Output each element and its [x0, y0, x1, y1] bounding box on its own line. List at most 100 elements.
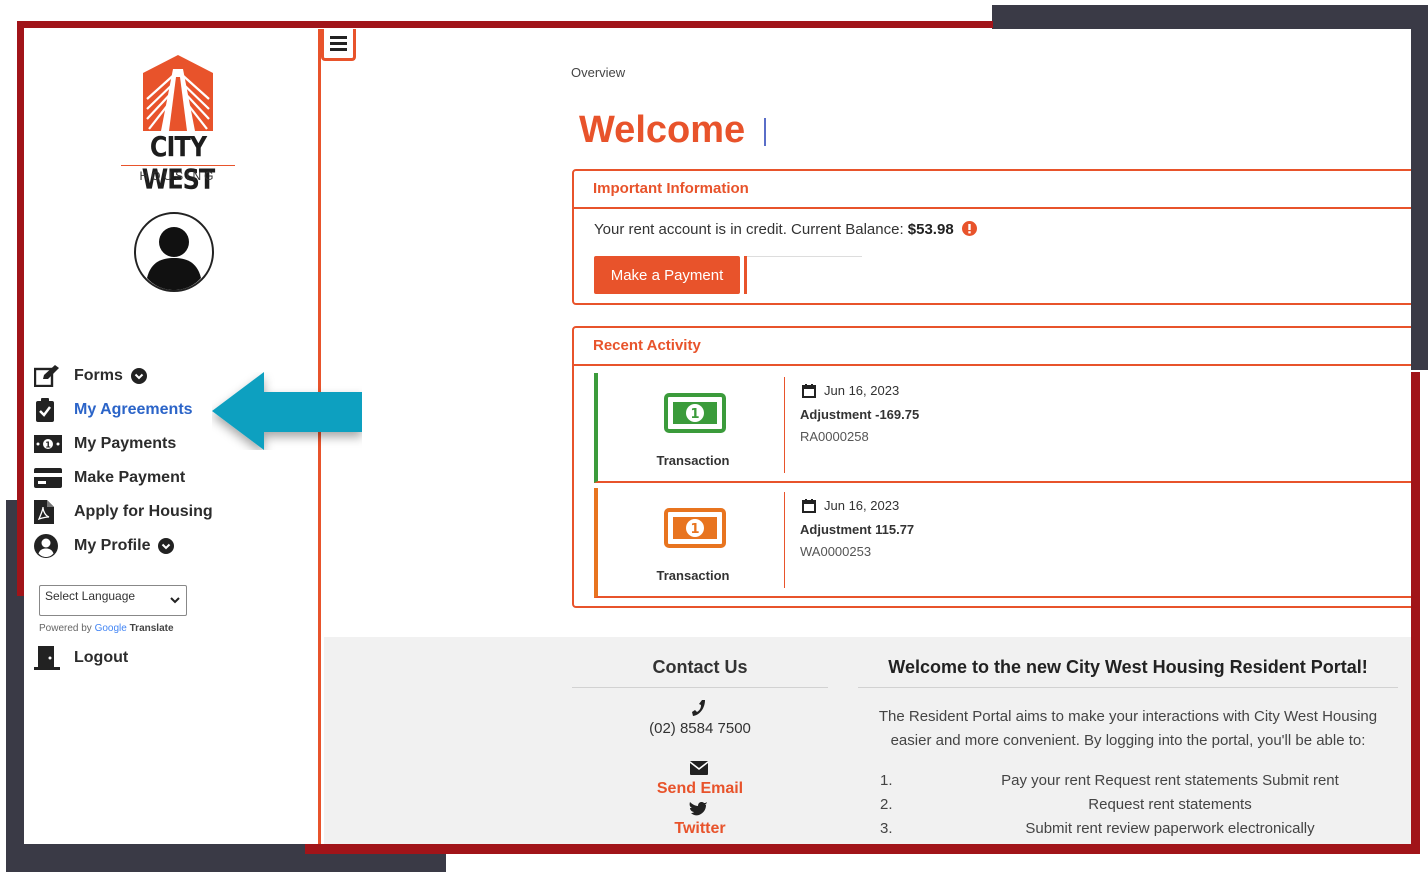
translate-label: Translate: [129, 623, 174, 634]
list-item-number: 2.: [880, 796, 893, 813]
money-bill-icon: 1: [664, 393, 726, 433]
sidebar-item-label: Make Payment: [74, 469, 186, 486]
twitter-icon: [689, 802, 708, 816]
money-bill-icon: 1: [664, 508, 726, 548]
recent-activity-heading: Recent Activity: [593, 337, 701, 354]
svg-text:1: 1: [45, 441, 51, 450]
important-information-heading: Important Information: [593, 180, 749, 197]
breadcrumb[interactable]: Overview: [571, 65, 625, 80]
chevron-down-icon: [170, 597, 180, 604]
phone-icon: [692, 700, 705, 716]
important-information-card: Important Information Your rent account …: [572, 169, 1411, 305]
menu-toggle-button[interactable]: [321, 29, 356, 61]
logout-button[interactable]: Logout: [34, 641, 128, 675]
list-item-text: Submit rent review paperwork electronica…: [1025, 820, 1315, 837]
sidebar-item-make-payment[interactable]: Make Payment: [34, 461, 314, 495]
list-item-number: 3.: [880, 820, 893, 837]
svg-text:1: 1: [690, 407, 699, 422]
credit-card-icon: [34, 466, 64, 490]
activity-type: Transaction: [656, 568, 730, 583]
info-alert-icon[interactable]: [961, 221, 977, 236]
portal-features-list: 1. Pay your rent Request rent statements…: [880, 769, 1400, 841]
powered-by-label: Powered by: [39, 623, 92, 634]
list-item: 3. Submit rent review paperwork electron…: [880, 817, 1400, 841]
list-item-text: Request rent statements: [1088, 796, 1252, 813]
balance-message: Your rent account is in credit. Current …: [594, 221, 977, 238]
brand-tagline: HOUSING: [139, 169, 217, 183]
contact-us-heading: Contact Us: [652, 657, 748, 677]
page-title: Welcome: [579, 109, 746, 151]
user-avatar-icon[interactable]: [133, 211, 215, 293]
brand-name: CITY WEST: [141, 130, 216, 196]
frame-red-right: [1411, 372, 1420, 854]
list-item-text: Pay your rent Request rent statements Su…: [1001, 772, 1339, 789]
door-exit-icon: [34, 646, 64, 670]
phone-number[interactable]: (02) 8584 7500: [572, 720, 828, 737]
text-cursor: [764, 118, 766, 146]
activity-date-text: Jun 16, 2023: [824, 498, 900, 513]
file-pdf-icon: [34, 500, 64, 524]
activity-amount: Adjustment 115.77: [800, 522, 915, 537]
activity-type: Transaction: [656, 453, 730, 468]
activity-date-text: Jun 16, 2023: [824, 383, 900, 398]
button-focus-bar: [744, 256, 747, 294]
card-divider: [574, 364, 1411, 366]
chevron-down-circle-icon[interactable]: [158, 538, 175, 554]
make-a-payment-button[interactable]: Make a Payment: [594, 256, 740, 294]
balance-text: Your rent account is in credit. Current …: [594, 221, 904, 238]
activity-reference: WA0000253: [800, 544, 872, 559]
sidebar-item-label: My Payments: [74, 435, 177, 452]
edit-icon: [34, 364, 64, 388]
clipboard-check-icon: [34, 398, 64, 422]
hamburger-icon: [330, 36, 347, 51]
twitter-link[interactable]: Twitter: [572, 820, 828, 838]
brand-logo: CITY WEST HOUSING: [119, 55, 237, 195]
portal-welcome-heading: Welcome to the new City West Housing Res…: [888, 657, 1368, 677]
google-wordmark[interactable]: Google: [95, 623, 127, 634]
sidebar-item-label: Forms: [74, 367, 123, 384]
language-select[interactable]: Select Language: [39, 585, 187, 616]
language-select-value: Select Language: [45, 589, 136, 603]
sidebar-item-label: My Profile: [74, 537, 151, 554]
list-item: 2. Request rent statements: [880, 793, 1400, 817]
sidebar-item-label: My Agreements: [74, 401, 193, 418]
activity-item[interactable]: 1 Transaction Jun 16, 2023 Adjustment 11…: [594, 488, 1411, 598]
money-bill-icon: 1: [34, 432, 64, 456]
contact-divider: [572, 687, 828, 688]
envelope-icon: [689, 761, 709, 775]
send-email-link[interactable]: Send Email: [572, 780, 828, 798]
portal-welcome-text: The Resident Portal aims to make your in…: [878, 708, 1378, 749]
pointer-arrow-icon: [212, 372, 362, 450]
activity-divider: [784, 492, 785, 588]
activity-date: Jun 16, 2023: [802, 498, 899, 513]
sidebar-item-apply-for-housing[interactable]: Apply for Housing: [34, 495, 314, 529]
activity-date: Jun 16, 2023: [802, 383, 899, 398]
calendar-icon: [802, 383, 816, 398]
frame-red-top: [17, 21, 993, 28]
list-item: 1. Pay your rent Request rent statements…: [880, 769, 1400, 793]
activity-divider: [784, 377, 785, 473]
screenshot-stage: CITY WEST HOUSING Forms My Agreements 1 …: [0, 0, 1428, 872]
activity-item[interactable]: 1 Transaction Jun 16, 2023 Adjustment -1…: [594, 373, 1411, 483]
recent-activity-card: Recent Activity 1 Transaction Jun 16, 20…: [572, 326, 1411, 608]
button-focus-line: [747, 256, 862, 257]
google-translate-credit: Powered by Google Translate: [39, 623, 174, 634]
calendar-icon: [802, 498, 816, 513]
activity-amount: Adjustment -169.75: [800, 407, 920, 422]
frame-red-left: [17, 21, 24, 596]
city-west-logo-icon: [143, 55, 213, 131]
card-divider: [574, 207, 1411, 209]
logout-label: Logout: [74, 649, 129, 666]
chevron-down-circle-icon[interactable]: [130, 368, 147, 384]
sidebar-item-my-profile[interactable]: My Profile: [34, 529, 314, 563]
frame-red-bottom: [305, 844, 1420, 854]
portal-welcome-divider: [858, 687, 1398, 688]
user-circle-icon: [34, 534, 64, 558]
balance-amount: $53.98: [907, 221, 954, 238]
svg-text:1: 1: [690, 522, 699, 537]
list-item-number: 1.: [880, 772, 893, 789]
sidebar-item-label: Apply for Housing: [74, 503, 213, 520]
brand-divider: [121, 165, 235, 166]
activity-reference: RA0000258: [800, 429, 869, 444]
footer: Contact Us (02) 8584 7500 Send Email Twi…: [324, 637, 1411, 844]
